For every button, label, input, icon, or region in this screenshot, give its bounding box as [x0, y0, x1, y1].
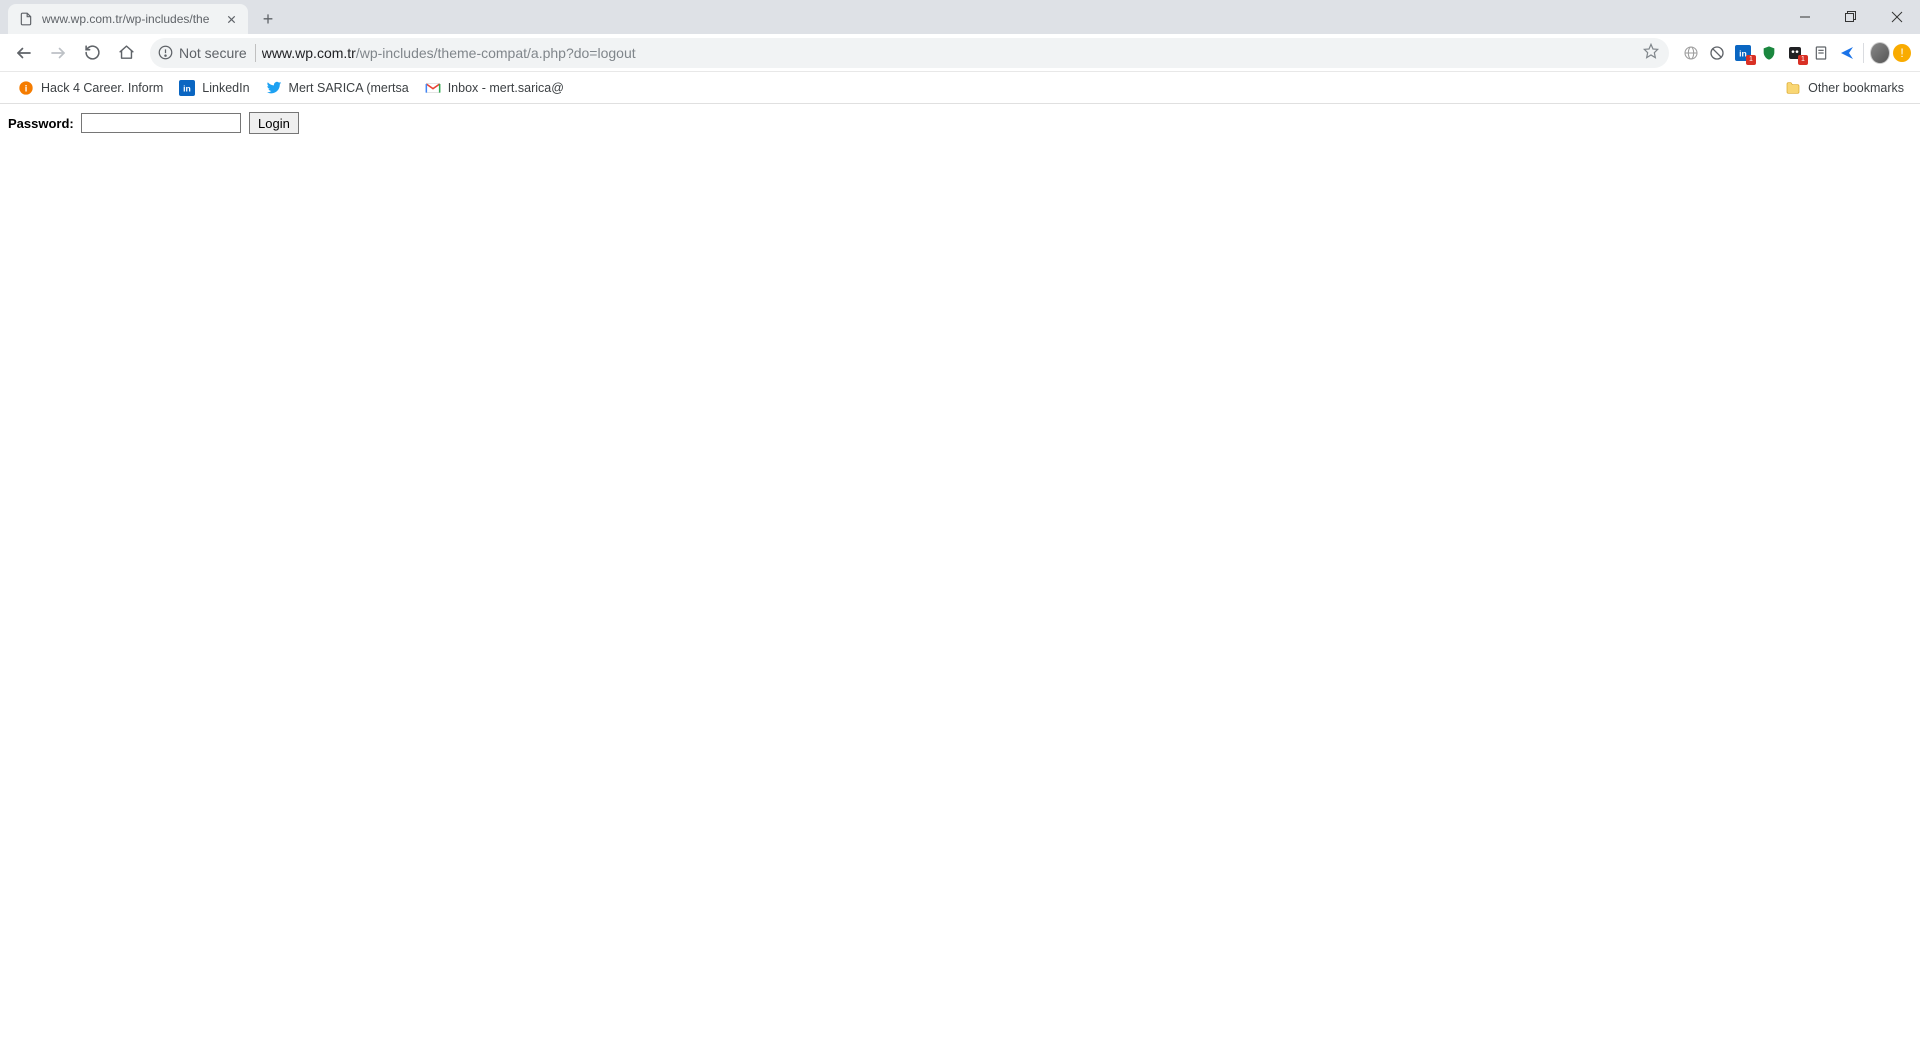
gmail-icon — [425, 80, 441, 96]
bookmark-star-icon[interactable] — [1643, 43, 1659, 62]
linkedin-icon: in — [179, 80, 195, 96]
browser-tab[interactable]: www.wp.com.tr/wp-includes/the — [8, 4, 248, 34]
toolbar-separator — [1863, 43, 1864, 63]
url-text: www.wp.com.tr/wp-includes/theme-compat/a… — [262, 45, 1637, 61]
folder-icon — [1785, 80, 1801, 96]
forward-button[interactable] — [42, 37, 74, 69]
password-input[interactable] — [81, 113, 241, 133]
security-indicator[interactable]: Not secure — [158, 44, 256, 62]
twitter-icon — [266, 80, 282, 96]
other-bookmarks-button[interactable]: Other bookmarks — [1779, 76, 1910, 100]
extension-send-icon[interactable] — [1837, 43, 1857, 63]
security-label: Not secure — [179, 45, 247, 61]
profile-avatar[interactable] — [1870, 43, 1890, 63]
extension-block-icon[interactable] — [1707, 43, 1727, 63]
extension-idm-icon[interactable] — [1681, 43, 1701, 63]
svg-text:in: in — [183, 83, 191, 93]
window-controls — [1782, 0, 1920, 34]
bookmarks-bar: i Hack 4 Career. Inform in LinkedIn Mert SAR… — [0, 72, 1920, 104]
page-icon — [18, 11, 34, 27]
url-host: www.wp.com.tr — [262, 45, 356, 61]
url-path: /wp-includes/theme-compat/a.php?do=logou… — [356, 45, 636, 61]
extension-shield-icon[interactable] — [1759, 43, 1779, 63]
back-button[interactable] — [8, 37, 40, 69]
close-window-button[interactable] — [1874, 0, 1920, 34]
extensions-row: in11 — [1681, 43, 1857, 63]
bookmark-item[interactable]: Inbox - mert.sarica@ — [417, 76, 572, 100]
other-bookmarks-label: Other bookmarks — [1808, 81, 1904, 95]
extension-dark-icon[interactable]: 1 — [1785, 43, 1805, 63]
tab-strip: www.wp.com.tr/wp-includes/the + — [0, 0, 1920, 34]
extension-save-icon[interactable] — [1811, 43, 1831, 63]
tab-title: www.wp.com.tr/wp-includes/the — [42, 12, 216, 26]
svg-text:i: i — [25, 83, 28, 93]
login-button[interactable] — [249, 112, 299, 134]
close-tab-icon[interactable] — [224, 12, 238, 26]
minimize-button[interactable] — [1782, 0, 1828, 34]
extension-linkedin-icon[interactable]: in1 — [1733, 43, 1753, 63]
password-label: Password: — [8, 116, 74, 131]
home-button[interactable] — [110, 37, 142, 69]
toolbar: Not secure www.wp.com.tr/wp-includes/the… — [0, 34, 1920, 72]
extension-badge: 1 — [1746, 55, 1756, 65]
bookmark-label: LinkedIn — [202, 81, 249, 95]
maximize-button[interactable] — [1828, 0, 1874, 34]
extension-badge: 1 — [1798, 55, 1808, 65]
reload-button[interactable] — [76, 37, 108, 69]
bookmark-label: Inbox - mert.sarica@ — [448, 81, 564, 95]
address-bar[interactable]: Not secure www.wp.com.tr/wp-includes/the… — [150, 38, 1669, 68]
bookmark-item[interactable]: Mert SARICA (mertsa — [258, 76, 417, 100]
bookmark-label: Mert SARICA (mertsa — [289, 81, 409, 95]
bookmark-item[interactable]: i Hack 4 Career. Inform — [10, 76, 171, 100]
alert-icon[interactable]: ! — [1892, 43, 1912, 63]
bookmark-label: Hack 4 Career. Inform — [41, 81, 163, 95]
bookmark-item[interactable]: in LinkedIn — [171, 76, 257, 100]
page-content: Password: — [0, 104, 1920, 142]
new-tab-button[interactable]: + — [254, 5, 282, 33]
orange-circle-icon: i — [18, 80, 34, 96]
